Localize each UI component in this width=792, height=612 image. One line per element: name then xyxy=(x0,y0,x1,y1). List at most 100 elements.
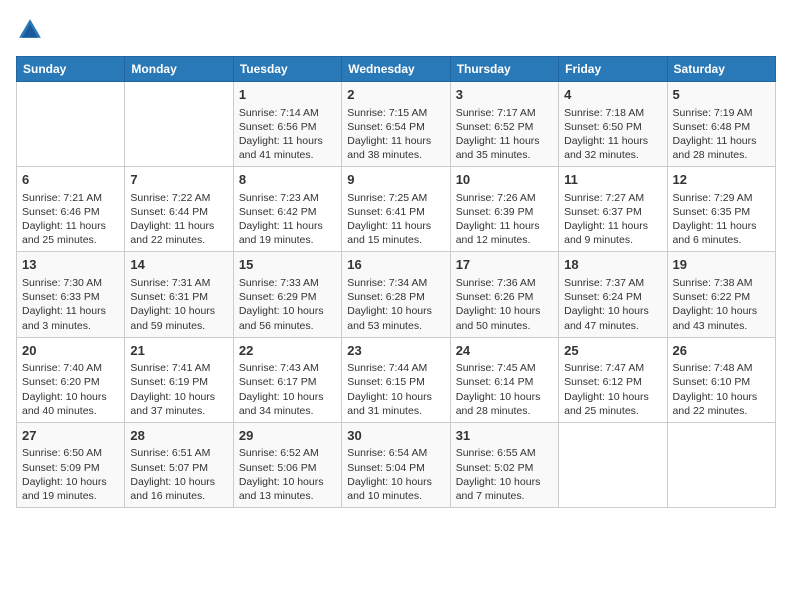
day-info: Daylight: 10 hours and 53 minutes. xyxy=(347,304,444,332)
calendar-cell: 31Sunrise: 6:55 AMSunset: 5:02 PMDayligh… xyxy=(450,422,558,507)
day-info: Sunset: 6:48 PM xyxy=(673,120,770,134)
day-info: Daylight: 10 hours and 56 minutes. xyxy=(239,304,336,332)
day-info: Daylight: 10 hours and 43 minutes. xyxy=(673,304,770,332)
calendar-cell: 19Sunrise: 7:38 AMSunset: 6:22 PMDayligh… xyxy=(667,252,775,337)
calendar-cell: 27Sunrise: 6:50 AMSunset: 5:09 PMDayligh… xyxy=(17,422,125,507)
day-info: Daylight: 10 hours and 19 minutes. xyxy=(22,475,119,503)
day-info: Daylight: 10 hours and 10 minutes. xyxy=(347,475,444,503)
weekday-header-monday: Monday xyxy=(125,57,233,82)
calendar-cell: 18Sunrise: 7:37 AMSunset: 6:24 PMDayligh… xyxy=(559,252,667,337)
weekday-header-saturday: Saturday xyxy=(667,57,775,82)
calendar-cell: 20Sunrise: 7:40 AMSunset: 6:20 PMDayligh… xyxy=(17,337,125,422)
day-info: Sunset: 6:41 PM xyxy=(347,205,444,219)
day-info: Sunrise: 7:41 AM xyxy=(130,361,227,375)
day-number: 7 xyxy=(130,171,227,189)
day-info: Sunrise: 7:43 AM xyxy=(239,361,336,375)
day-info: Sunrise: 7:23 AM xyxy=(239,191,336,205)
calendar-week-row: 13Sunrise: 7:30 AMSunset: 6:33 PMDayligh… xyxy=(17,252,776,337)
day-info: Sunset: 6:37 PM xyxy=(564,205,661,219)
day-info: Sunrise: 7:17 AM xyxy=(456,106,553,120)
day-number: 2 xyxy=(347,86,444,104)
calendar-cell: 25Sunrise: 7:47 AMSunset: 6:12 PMDayligh… xyxy=(559,337,667,422)
day-number: 31 xyxy=(456,427,553,445)
day-info: Daylight: 10 hours and 47 minutes. xyxy=(564,304,661,332)
calendar-cell: 9 Sunrise: 7:25 AMSunset: 6:41 PMDaylight… xyxy=(342,167,450,252)
day-number: 29 xyxy=(239,427,336,445)
day-info: Sunrise: 7:48 AM xyxy=(673,361,770,375)
day-info: Sunrise: 7:14 AM xyxy=(239,106,336,120)
calendar-cell: 24Sunrise: 7:45 AMSunset: 6:14 PMDayligh… xyxy=(450,337,558,422)
day-info: Sunrise: 6:54 AM xyxy=(347,446,444,460)
day-info: Sunset: 6:31 PM xyxy=(130,290,227,304)
day-info: Daylight: 10 hours and 34 minutes. xyxy=(239,390,336,418)
day-info: Sunset: 6:56 PM xyxy=(239,120,336,134)
day-info: Sunset: 6:17 PM xyxy=(239,375,336,389)
day-number: 10 xyxy=(456,171,553,189)
weekday-header-friday: Friday xyxy=(559,57,667,82)
day-info: Daylight: 11 hours and 25 minutes. xyxy=(22,219,119,247)
calendar-cell: 22Sunrise: 7:43 AMSunset: 6:17 PMDayligh… xyxy=(233,337,341,422)
day-info: Sunset: 6:19 PM xyxy=(130,375,227,389)
day-info: Sunrise: 7:18 AM xyxy=(564,106,661,120)
day-info: Sunrise: 7:29 AM xyxy=(673,191,770,205)
day-number: 8 xyxy=(239,171,336,189)
day-info: Daylight: 11 hours and 32 minutes. xyxy=(564,134,661,162)
weekday-header-sunday: Sunday xyxy=(17,57,125,82)
calendar-cell: 26Sunrise: 7:48 AMSunset: 6:10 PMDayligh… xyxy=(667,337,775,422)
day-info: Daylight: 11 hours and 38 minutes. xyxy=(347,134,444,162)
day-number: 28 xyxy=(130,427,227,445)
day-info: Sunrise: 7:19 AM xyxy=(673,106,770,120)
day-info: Daylight: 10 hours and 7 minutes. xyxy=(456,475,553,503)
day-number: 9 xyxy=(347,171,444,189)
day-number: 15 xyxy=(239,256,336,274)
day-info: Sunrise: 6:50 AM xyxy=(22,446,119,460)
day-number: 25 xyxy=(564,342,661,360)
day-info: Daylight: 10 hours and 59 minutes. xyxy=(130,304,227,332)
day-info: Sunset: 6:54 PM xyxy=(347,120,444,134)
calendar-cell: 28Sunrise: 6:51 AMSunset: 5:07 PMDayligh… xyxy=(125,422,233,507)
day-info: Sunrise: 7:45 AM xyxy=(456,361,553,375)
day-number: 27 xyxy=(22,427,119,445)
calendar-cell: 21Sunrise: 7:41 AMSunset: 6:19 PMDayligh… xyxy=(125,337,233,422)
day-number: 20 xyxy=(22,342,119,360)
day-number: 1 xyxy=(239,86,336,104)
day-info: Daylight: 11 hours and 28 minutes. xyxy=(673,134,770,162)
day-info: Sunrise: 6:55 AM xyxy=(456,446,553,460)
calendar-cell: 4Sunrise: 7:18 AMSunset: 6:50 PMDaylight… xyxy=(559,82,667,167)
day-info: Sunset: 6:24 PM xyxy=(564,290,661,304)
day-number: 6 xyxy=(22,171,119,189)
day-info: Daylight: 10 hours and 28 minutes. xyxy=(456,390,553,418)
day-number: 13 xyxy=(22,256,119,274)
day-info: Daylight: 10 hours and 16 minutes. xyxy=(130,475,227,503)
day-info: Sunset: 5:09 PM xyxy=(22,461,119,475)
calendar-week-row: 20Sunrise: 7:40 AMSunset: 6:20 PMDayligh… xyxy=(17,337,776,422)
day-number: 26 xyxy=(673,342,770,360)
day-number: 23 xyxy=(347,342,444,360)
calendar-cell xyxy=(559,422,667,507)
calendar-week-row: 1 Sunrise: 7:14 AMSunset: 6:56 PM Daylight… xyxy=(17,82,776,167)
day-info: Daylight: 10 hours and 37 minutes. xyxy=(130,390,227,418)
day-info: Sunset: 6:35 PM xyxy=(673,205,770,219)
calendar-cell xyxy=(125,82,233,167)
day-info: Daylight: 11 hours and 22 minutes. xyxy=(130,219,227,247)
day-info: Sunrise: 7:34 AM xyxy=(347,276,444,290)
calendar-cell: 10Sunrise: 7:26 AMSunset: 6:39 PMDayligh… xyxy=(450,167,558,252)
weekday-header-thursday: Thursday xyxy=(450,57,558,82)
calendar-cell: 29Sunrise: 6:52 AMSunset: 5:06 PMDayligh… xyxy=(233,422,341,507)
day-info: Daylight: 11 hours and 9 minutes. xyxy=(564,219,661,247)
day-info: Sunset: 6:44 PM xyxy=(130,205,227,219)
day-info: Daylight: 11 hours and 15 minutes. xyxy=(347,219,444,247)
calendar-cell: 30Sunrise: 6:54 AMSunset: 5:04 PMDayligh… xyxy=(342,422,450,507)
day-info: Sunrise: 7:25 AM xyxy=(347,191,444,205)
day-number: 22 xyxy=(239,342,336,360)
calendar-cell: 23Sunrise: 7:44 AMSunset: 6:15 PMDayligh… xyxy=(342,337,450,422)
day-info: Sunset: 6:20 PM xyxy=(22,375,119,389)
day-info: Daylight: 11 hours and 19 minutes. xyxy=(239,219,336,247)
day-info: Sunrise: 7:33 AM xyxy=(239,276,336,290)
calendar-cell: 1Sunrise: 7:14 AMSunset: 6:56 PMDaylight… xyxy=(233,82,341,167)
day-info: Sunset: 5:02 PM xyxy=(456,461,553,475)
day-info: Sunset: 6:15 PM xyxy=(347,375,444,389)
day-info: Sunrise: 7:15 AM xyxy=(347,106,444,120)
day-info: Sunrise: 7:37 AM xyxy=(564,276,661,290)
day-info: Sunset: 6:42 PM xyxy=(239,205,336,219)
